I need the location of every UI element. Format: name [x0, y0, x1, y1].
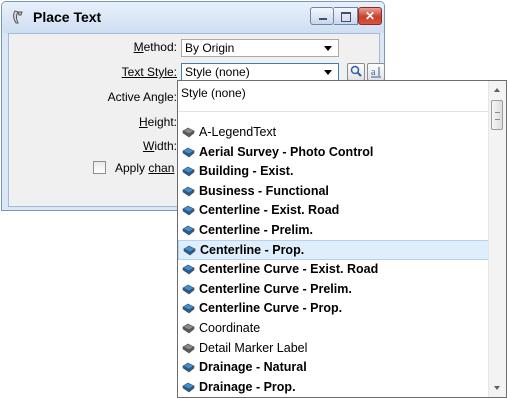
- minimize-button[interactable]: [310, 7, 334, 25]
- list-item-label: Centerline - Prelim.: [199, 223, 313, 237]
- list-item[interactable]: Detail Marker Label: [178, 339, 488, 357]
- list-item[interactable]: Centerline Curve - Exist. Road: [178, 260, 488, 278]
- list-item[interactable]: Centerline - Prop.: [178, 239, 489, 260]
- method-label: Method:: [133, 40, 177, 54]
- list-item[interactable]: Business - Functional: [178, 182, 488, 200]
- text-style-blue-icon: [182, 264, 195, 275]
- list-item[interactable]: Drainage - Natural: [178, 358, 488, 376]
- list-item-label: Centerline - Exist. Road: [199, 203, 340, 218]
- scroll-up-icon[interactable]: [489, 81, 506, 98]
- text-style-blue-icon: [182, 147, 195, 157]
- close-icon: ✕: [364, 9, 376, 23]
- maximize-button[interactable]: [334, 7, 358, 25]
- text-style-gray-icon: [182, 127, 195, 138]
- svg-text:a: a: [371, 67, 376, 78]
- edit-text-style-button[interactable]: a: [367, 63, 385, 81]
- list-item-label: A-LegendText: [199, 125, 277, 139]
- window-title: Place Text: [33, 9, 102, 25]
- scroll-thumb[interactable]: [491, 100, 503, 130]
- text-style-blue-icon: [183, 245, 196, 255]
- apply-changes-label: Apply chan: [115, 161, 175, 175]
- list-item-label: Centerline Curve - Prop.: [199, 301, 343, 316]
- active-angle-label: Active Angle:: [107, 90, 177, 104]
- text-style-blue-icon: [182, 225, 195, 236]
- list-item-label: Centerline Curve - Exist. Road: [199, 262, 379, 277]
- text-style-blue-icon: [182, 362, 195, 373]
- match-text-style-icon: [350, 65, 362, 77]
- chevron-down-icon: [324, 46, 332, 51]
- list-item[interactable]: A-LegendText: [178, 123, 488, 141]
- apply-changes-checkbox[interactable]: [93, 161, 106, 174]
- vertical-scrollbar[interactable]: [488, 81, 506, 397]
- text-style-gray-icon: [182, 323, 195, 334]
- text-style-blue-icon: [182, 206, 195, 216]
- close-button[interactable]: ✕: [358, 7, 382, 25]
- list-item[interactable]: Building - Exist.: [178, 162, 488, 180]
- edit-text-style-icon: a: [371, 67, 381, 78]
- text-style-gray-icon: [182, 343, 195, 353]
- list-separator: [178, 111, 488, 112]
- text-style-value: Style (none): [185, 65, 250, 79]
- list-item-label: Drainage - Prop.: [199, 379, 296, 394]
- list-item-label: Coordinate: [199, 321, 261, 335]
- list-item-label: Centerline - Prop.: [200, 242, 305, 257]
- text-style-blue-icon: [182, 186, 195, 197]
- text-style-blue-icon: [182, 304, 195, 314]
- list-item-style-none[interactable]: Style (none): [181, 86, 246, 100]
- list-item[interactable]: Centerline - Prelim.: [178, 221, 488, 239]
- list-item-label: Detail Marker Label: [199, 340, 308, 355]
- method-value: By Origin: [185, 41, 235, 55]
- list-item[interactable]: Centerline Curve - Prelim.: [178, 280, 488, 298]
- text-style-dropdown-list[interactable]: Style (none) A-LegendText Aerial Survey -…: [177, 80, 507, 398]
- list-item[interactable]: Centerline Curve - Prop.: [178, 299, 488, 317]
- list-item-label: Aerial Survey - Photo Control: [199, 144, 374, 159]
- method-dropdown[interactable]: By Origin: [181, 39, 339, 57]
- scroll-down-icon[interactable]: [489, 380, 506, 397]
- match-text-style-button[interactable]: [347, 63, 365, 81]
- text-style-dropdown[interactable]: Style (none): [181, 63, 339, 81]
- title-bar[interactable]: Place Text ✕: [2, 2, 384, 33]
- list-item-label: Drainage - Natural: [199, 360, 307, 375]
- text-style-blue-icon: [182, 382, 195, 393]
- list-item-label: Building - Exist.: [199, 164, 294, 179]
- list-item-label: Centerline Curve - Prelim.: [199, 281, 352, 296]
- place-text-icon: [13, 10, 23, 24]
- list-item-label: Business - Functional: [199, 183, 329, 198]
- text-style-blue-icon: [182, 284, 195, 295]
- text-style-blue-icon: [182, 166, 195, 177]
- list-item[interactable]: Coordinate: [178, 319, 488, 337]
- chevron-down-icon: [324, 70, 332, 75]
- list-item[interactable]: Aerial Survey - Photo Control: [178, 143, 488, 161]
- height-label: Height:: [138, 115, 177, 129]
- list-item[interactable]: Centerline - Exist. Road: [178, 201, 488, 219]
- width-label: Width:: [142, 139, 177, 153]
- text-style-label: Text Style:: [121, 65, 177, 79]
- list-item[interactable]: Drainage - Prop.: [178, 378, 488, 396]
